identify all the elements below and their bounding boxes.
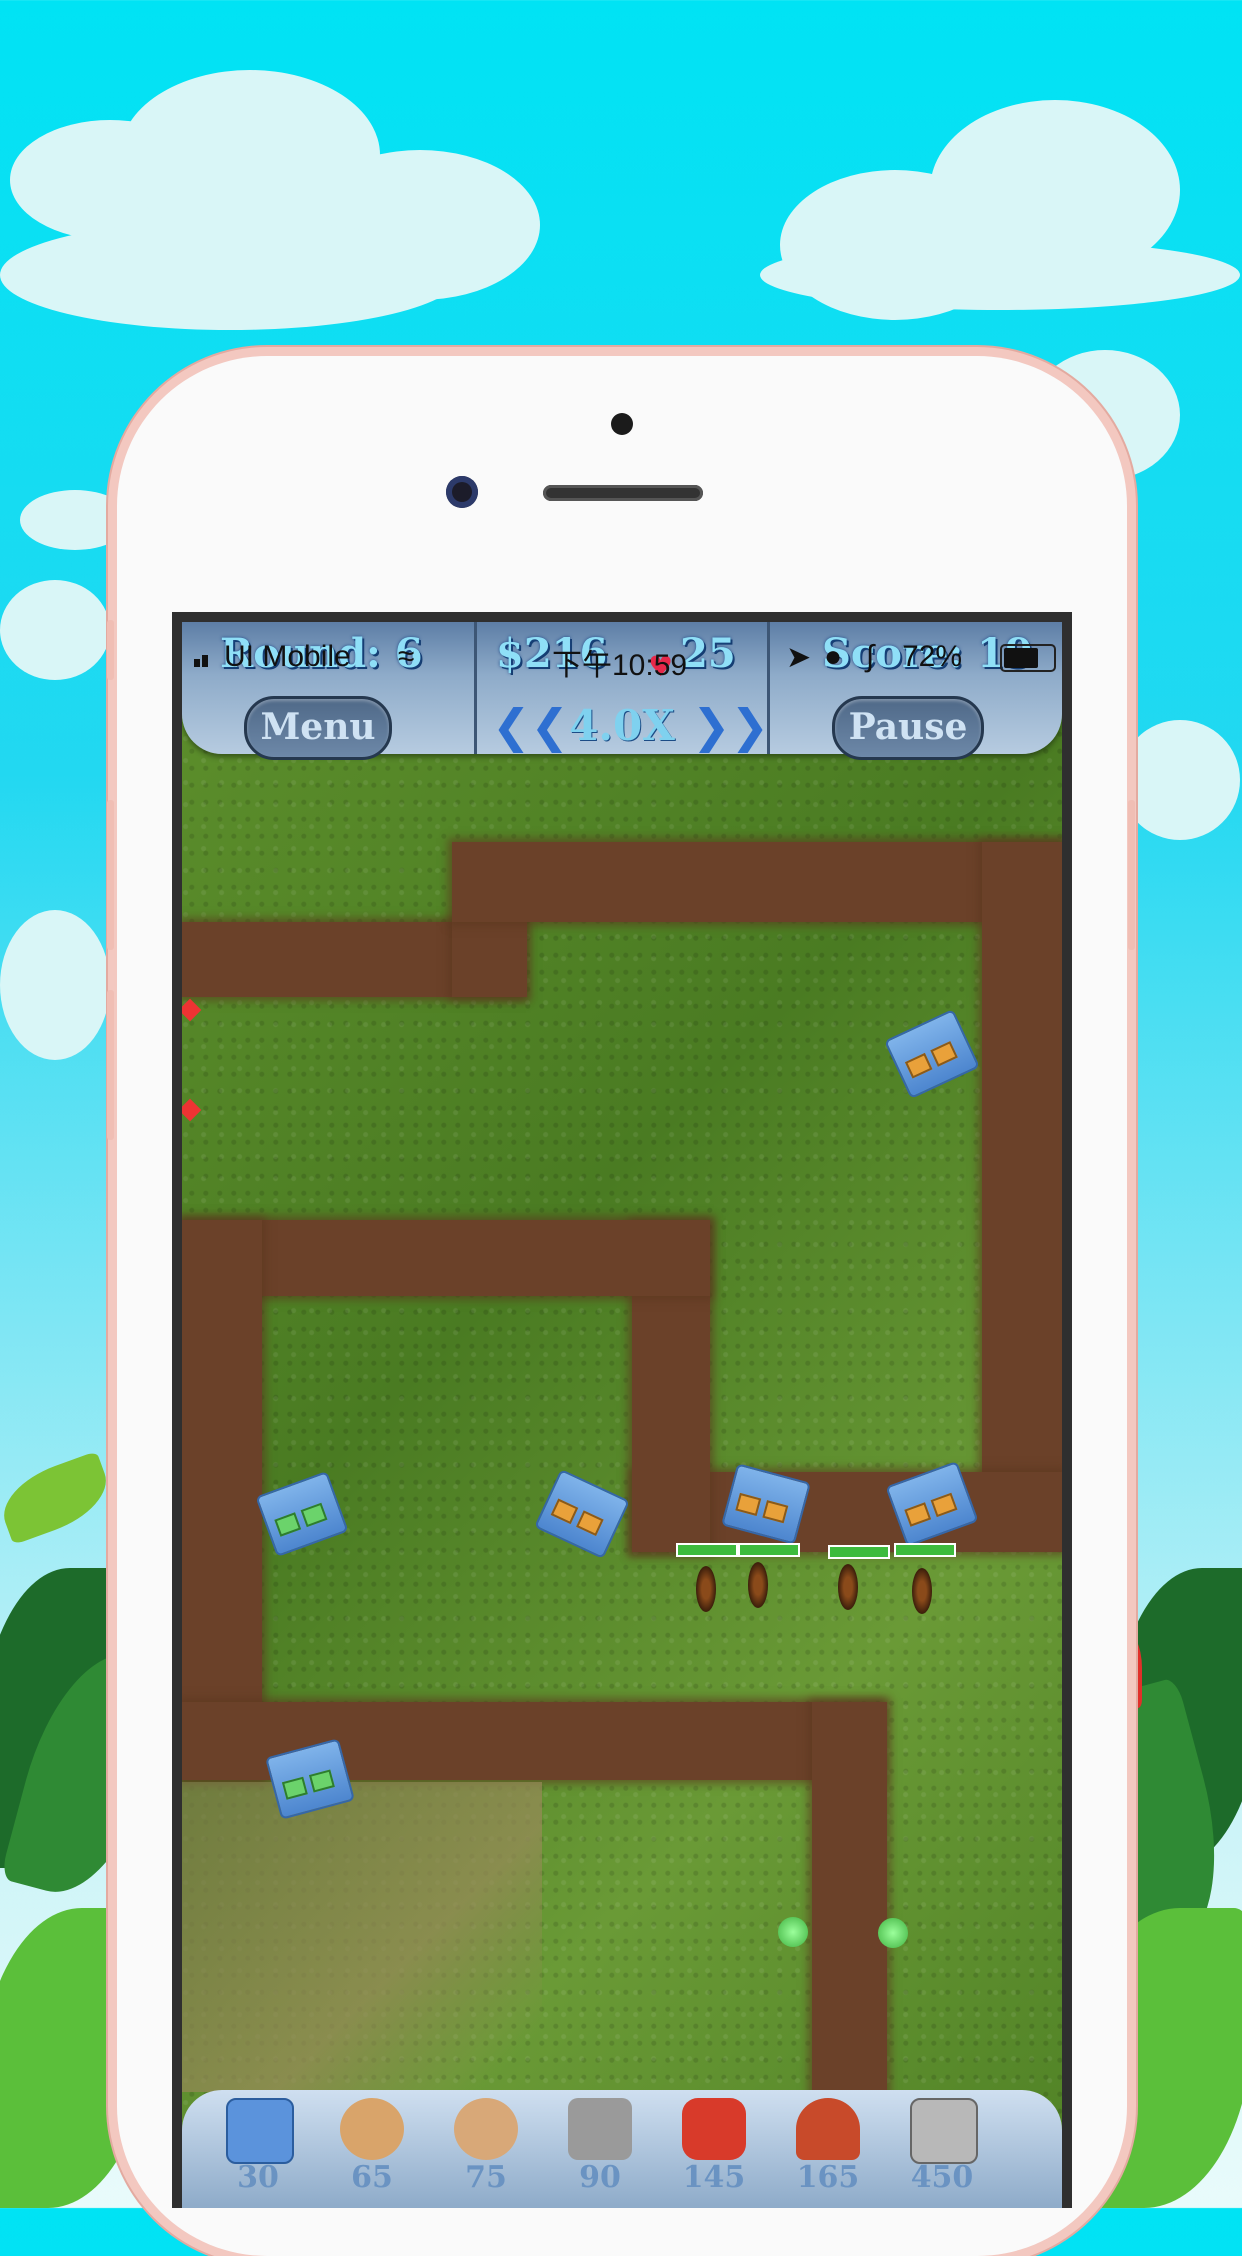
blue-box-tower[interactable] bbox=[884, 1008, 980, 1100]
blue-box-tower-icon bbox=[226, 2098, 294, 2164]
location-icon: ➤ bbox=[786, 641, 812, 674]
cockroach-enemy-icon bbox=[748, 1562, 768, 1608]
game-board[interactable]: Round: 6 $216 ♥ 25 Score: 19 UI Mobile ≈… bbox=[182, 622, 1062, 2208]
carrier-name: UI Mobile bbox=[224, 640, 351, 673]
shop-item-price: 450 bbox=[910, 2160, 974, 2195]
shop-item-cookie[interactable]: 75 bbox=[444, 2090, 528, 2208]
robot-tower-icon bbox=[340, 2098, 404, 2160]
status-time: 下午10:59 bbox=[552, 649, 688, 682]
enemy-health-bar bbox=[894, 1543, 956, 1557]
blue-box-tower[interactable] bbox=[534, 1468, 630, 1560]
wifi-icon: ≈ bbox=[398, 640, 415, 673]
speed-up-button[interactable]: ❯❯ bbox=[692, 696, 769, 756]
front-camera-icon bbox=[446, 476, 478, 508]
blue-box-tower[interactable] bbox=[255, 1470, 349, 1558]
cockroach-enemy-icon bbox=[838, 1564, 858, 1610]
shop-item-price: 30 bbox=[237, 2160, 279, 2195]
grey-box-tower-icon bbox=[568, 2098, 632, 2160]
slow-down-button[interactable]: ❮❮ bbox=[492, 696, 569, 756]
shop-item-robot[interactable]: 65 bbox=[330, 2090, 414, 2208]
shop-item-ball[interactable]: 165 bbox=[786, 2090, 870, 2208]
car-tower-icon bbox=[682, 2098, 746, 2160]
enemy-path bbox=[452, 922, 527, 997]
cockroach-enemy-icon bbox=[696, 1566, 716, 1612]
cookie-tower-icon bbox=[454, 2098, 518, 2160]
shop-item-printer[interactable]: 450 bbox=[900, 2090, 984, 2208]
shop-item-price: 165 bbox=[796, 2160, 860, 2195]
shop-item-price: 90 bbox=[579, 2160, 621, 2195]
enemy-path bbox=[812, 1702, 887, 2102]
printer-tower-icon bbox=[910, 2098, 978, 2164]
enemy-path bbox=[182, 1220, 262, 1780]
lives-counter: 25 bbox=[680, 630, 736, 677]
signal-strength-icon bbox=[194, 648, 210, 667]
battery-icon bbox=[1000, 644, 1056, 672]
enemy-health-bar bbox=[828, 1545, 890, 1559]
hud-divider bbox=[474, 622, 477, 754]
phone-screen: Round: 6 $216 ♥ 25 Score: 19 UI Mobile ≈… bbox=[172, 612, 1072, 2208]
phone-volume-down bbox=[107, 990, 114, 1140]
phone-power-button bbox=[1128, 800, 1135, 950]
tower-shop: 30 65 75 90 145 165 450 bbox=[182, 2090, 1062, 2208]
enemy-health-bar bbox=[738, 1543, 800, 1557]
shop-item-price: 65 bbox=[351, 2160, 393, 2195]
speed-control: ❮❮ 4.0X ❯❯ bbox=[482, 696, 769, 756]
alarm-icon: ● bbox=[824, 640, 843, 673]
spawn-spark-icon bbox=[182, 1098, 202, 1122]
speed-value: 4.0X bbox=[569, 701, 675, 750]
phone-mute-switch bbox=[107, 620, 114, 680]
green-clover-icon bbox=[778, 1917, 808, 1947]
bluetooth-icon: ∫ bbox=[866, 640, 875, 673]
ball-tower-icon bbox=[796, 2098, 860, 2160]
shop-item-price: 75 bbox=[465, 2160, 507, 2195]
earpiece-speaker bbox=[543, 485, 703, 501]
enemy-health-bar bbox=[676, 1543, 738, 1557]
enemy-path bbox=[982, 842, 1062, 1542]
shop-item-blue-box[interactable]: 30 bbox=[216, 2090, 300, 2208]
proximity-sensor bbox=[611, 413, 633, 435]
shop-item-car[interactable]: 145 bbox=[672, 2090, 756, 2208]
cockroach-enemy-icon bbox=[912, 1568, 932, 1614]
shop-item-grey-box[interactable]: 90 bbox=[558, 2090, 642, 2208]
battery-percent: 72% bbox=[902, 640, 963, 673]
sand-patch bbox=[182, 1782, 542, 2092]
pause-button[interactable]: Pause bbox=[832, 696, 984, 760]
enemy-path bbox=[452, 842, 1062, 922]
menu-button[interactable]: Menu bbox=[244, 696, 392, 760]
phone-volume-up bbox=[107, 800, 114, 950]
spawn-spark-icon bbox=[182, 998, 202, 1022]
green-clover-icon bbox=[878, 1918, 908, 1948]
game-hud: Round: 6 $216 ♥ 25 Score: 19 UI Mobile ≈… bbox=[182, 622, 1062, 760]
shop-item-price: 145 bbox=[682, 2160, 746, 2195]
